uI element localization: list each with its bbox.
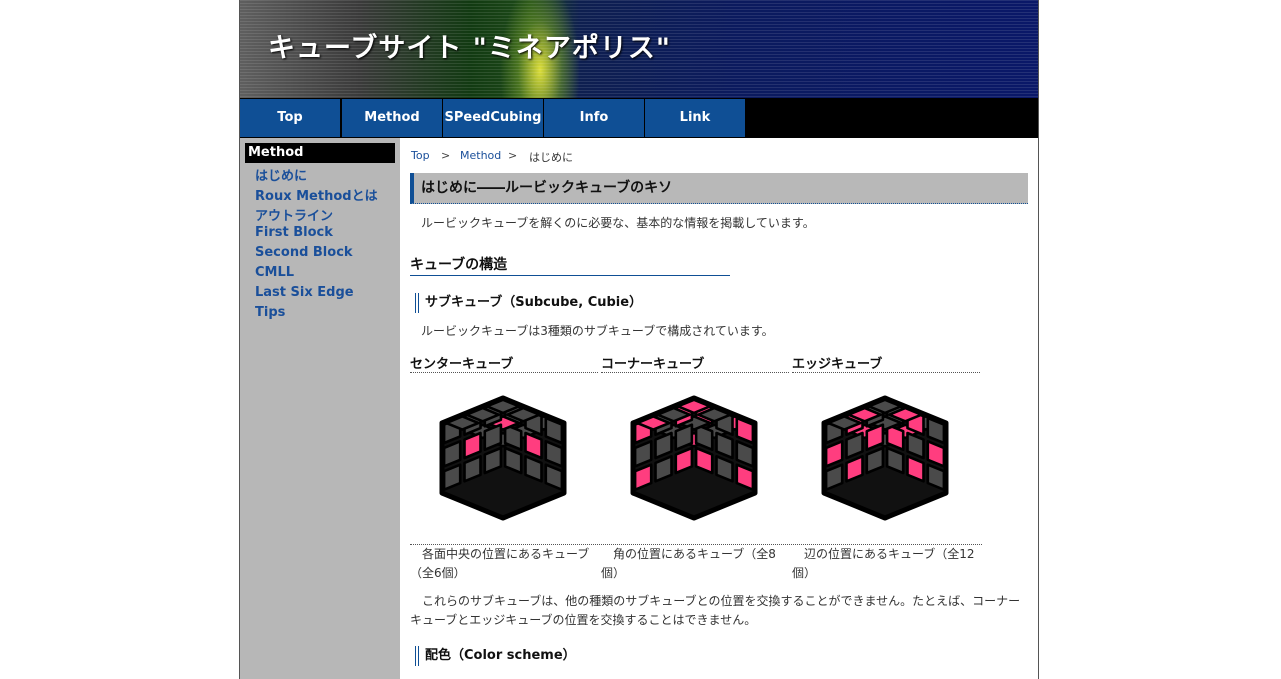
sidebar-item-roux-method[interactable]: Roux Methodとは bbox=[255, 185, 378, 204]
breadcrumb-current: はじめに bbox=[529, 151, 573, 164]
page-frame: キューブサイト "ミネアポリス" Top Method SPeedCubing … bbox=[239, 0, 1039, 679]
color-scheme-heading: 配色（Color scheme） bbox=[415, 646, 576, 666]
intro-text: ルービックキューブを解くのに必要な、基本的な情報を掲載しています。 bbox=[421, 216, 815, 230]
sidebar-item-tips[interactable]: Tips bbox=[255, 305, 285, 320]
nav-method[interactable]: Method bbox=[342, 99, 442, 137]
sidebar-heading: Method bbox=[245, 143, 395, 163]
breadcrumb-separator: > bbox=[441, 149, 451, 162]
sidebar-item-second-block[interactable]: Second Block bbox=[255, 245, 353, 260]
page-title: はじめに――ルービックキューブのキソ bbox=[410, 173, 1028, 204]
edge-cube-caption: 辺の位置にあるキューブ（全12個） bbox=[792, 547, 975, 580]
nav-link[interactable]: Link bbox=[645, 99, 745, 137]
corner-cube-label: コーナーキューブ bbox=[601, 353, 789, 373]
site-banner: キューブサイト "ミネアポリス" bbox=[240, 0, 1038, 98]
exchange-text: これらのサブキューブは、他の種類のサブキューブとの位置を交換することができません… bbox=[410, 594, 1021, 627]
site-title: キューブサイト "ミネアポリス" bbox=[268, 33, 671, 64]
main-content: Top > Method > はじめに はじめに――ルービックキューブのキソ ル… bbox=[410, 138, 1030, 679]
sidebar-item-first-block[interactable]: First Block bbox=[255, 225, 333, 240]
section-heading-structure: キューブの構造 bbox=[410, 254, 730, 276]
center-cube-illustration bbox=[428, 378, 578, 528]
sidebar-item-outline[interactable]: アウトライン bbox=[255, 205, 333, 224]
subcube-text: ルービックキューブは3種類のサブキューブで構成されています。 bbox=[421, 324, 774, 338]
nav-info[interactable]: Info bbox=[544, 99, 644, 137]
breadcrumb-separator: > bbox=[508, 149, 518, 162]
nav-speedcubing[interactable]: SPeedCubing bbox=[443, 99, 543, 137]
sidebar: Method はじめに Roux Methodとは アウトライン First B… bbox=[240, 138, 400, 679]
sidebar-item-last-six-edge[interactable]: Last Six Edge bbox=[255, 285, 354, 300]
subcube-heading: サブキューブ（Subcube, Cubie） bbox=[415, 293, 642, 313]
nav-top[interactable]: Top bbox=[240, 99, 340, 137]
top-nav: Top Method SPeedCubing Info Link bbox=[240, 98, 1038, 138]
corner-cube-illustration bbox=[619, 378, 769, 528]
edge-cube-label: エッジキューブ bbox=[792, 353, 980, 373]
edge-cube-illustration bbox=[810, 378, 960, 528]
corner-cube-caption: 角の位置にあるキューブ（全8個） bbox=[601, 547, 776, 580]
center-cube-caption: 各面中央の位置にあるキューブ（全6個） bbox=[410, 547, 590, 580]
center-cube-label: センターキューブ bbox=[410, 353, 598, 373]
sidebar-item-hajimeni[interactable]: はじめに bbox=[255, 165, 307, 184]
breadcrumb-method[interactable]: Method bbox=[460, 149, 501, 162]
sidebar-item-cmll[interactable]: CMLL bbox=[255, 265, 294, 280]
breadcrumb-top[interactable]: Top bbox=[411, 149, 430, 162]
